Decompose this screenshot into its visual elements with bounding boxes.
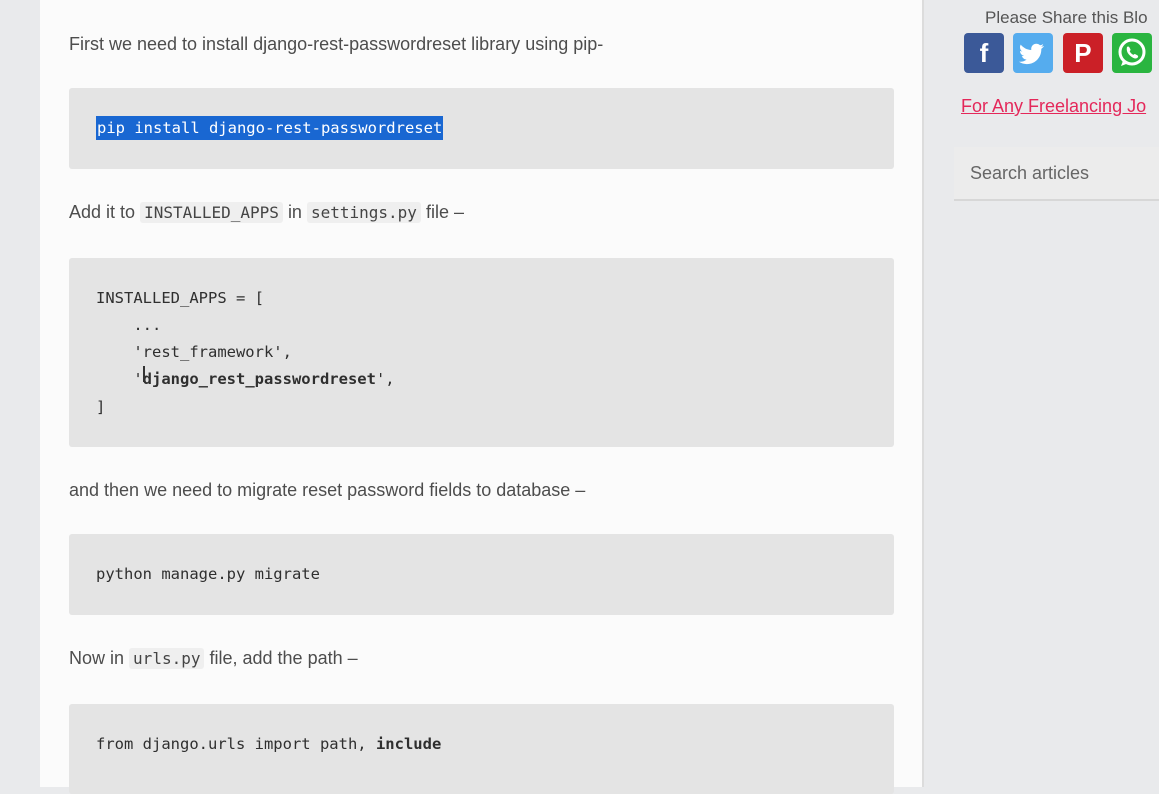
paragraph-installed-apps: Add it to INSTALLED_APPS in settings.py …	[69, 200, 464, 225]
code-line: ...	[96, 316, 162, 334]
code-line: from django.urls import path, include	[96, 734, 441, 754]
whatsapp-icon	[1118, 38, 1146, 66]
code-line[interactable]: pip install django-rest-passwordreset	[96, 116, 444, 140]
share-title: Please Share this Blo	[985, 8, 1148, 27]
paragraph-text: file –	[425, 202, 464, 222]
paragraph-migrate: and then we need to migrate reset passwo…	[69, 478, 585, 502]
article-content: First we need to install django-rest-pas…	[40, 0, 924, 794]
code-bold-text: include	[375, 735, 442, 753]
inline-code: settings.py	[306, 202, 421, 223]
code-line: ]	[96, 398, 106, 416]
code-block-migrate[interactable]: python manage.py migrate	[69, 534, 894, 615]
sidebar: Please Share this Blo f P i For Any Free…	[926, 0, 1159, 787]
code-text: '	[96, 370, 143, 388]
code-block-installed-apps[interactable]: INSTALLED_APPS = [ ... 'rest_framework',…	[69, 258, 894, 447]
text-cursor-icon	[143, 366, 145, 382]
freelancing-link[interactable]: For Any Freelancing Jo	[961, 96, 1146, 117]
paragraph-text: and then we need to migrate reset passwo…	[69, 480, 586, 500]
paragraph-text: in	[287, 202, 302, 222]
facebook-share-button[interactable]: f	[964, 33, 1004, 73]
twitter-share-button[interactable]	[1013, 33, 1054, 73]
paragraph-urls: Now in urls.py file, add the path –	[69, 646, 358, 671]
paragraph-text: Add it to	[69, 202, 136, 222]
code-line: 'django_rest_passwordreset',	[96, 369, 395, 389]
paragraph-install: First we need to install django-rest-pas…	[69, 32, 603, 56]
pinterest-icon: P	[1074, 37, 1092, 68]
code-text: ',	[375, 370, 395, 388]
whatsapp-share-button[interactable]	[1112, 33, 1153, 73]
code-block-pip[interactable]: pip install django-rest-passwordreset	[69, 88, 894, 169]
selected-text[interactable]: pip install django-rest-passwordreset	[96, 116, 444, 140]
facebook-icon: f	[979, 37, 989, 68]
inline-code: INSTALLED_APPS	[140, 202, 283, 223]
twitter-icon	[1019, 43, 1045, 65]
code-bold-text: django_rest_passwordreset	[142, 370, 376, 388]
paragraph-text: Now in	[69, 648, 125, 668]
code-block-urls[interactable]: from django.urls import path, include	[69, 704, 894, 794]
paragraph-text: file, add the path –	[209, 648, 358, 668]
code-line: 'rest_framework',	[96, 343, 292, 361]
pinterest-share-button[interactable]: P	[1062, 33, 1103, 73]
code-line: python manage.py migrate	[96, 565, 320, 583]
code-line: INSTALLED_APPS = [	[96, 289, 264, 307]
inline-code: urls.py	[129, 648, 205, 669]
search-input[interactable]: Search articles	[954, 147, 1159, 201]
code-text: from django.urls import path,	[96, 735, 376, 753]
share-buttons: f P i	[964, 33, 1159, 73]
paragraph-text: First we need to install django-rest-pas…	[69, 34, 604, 54]
